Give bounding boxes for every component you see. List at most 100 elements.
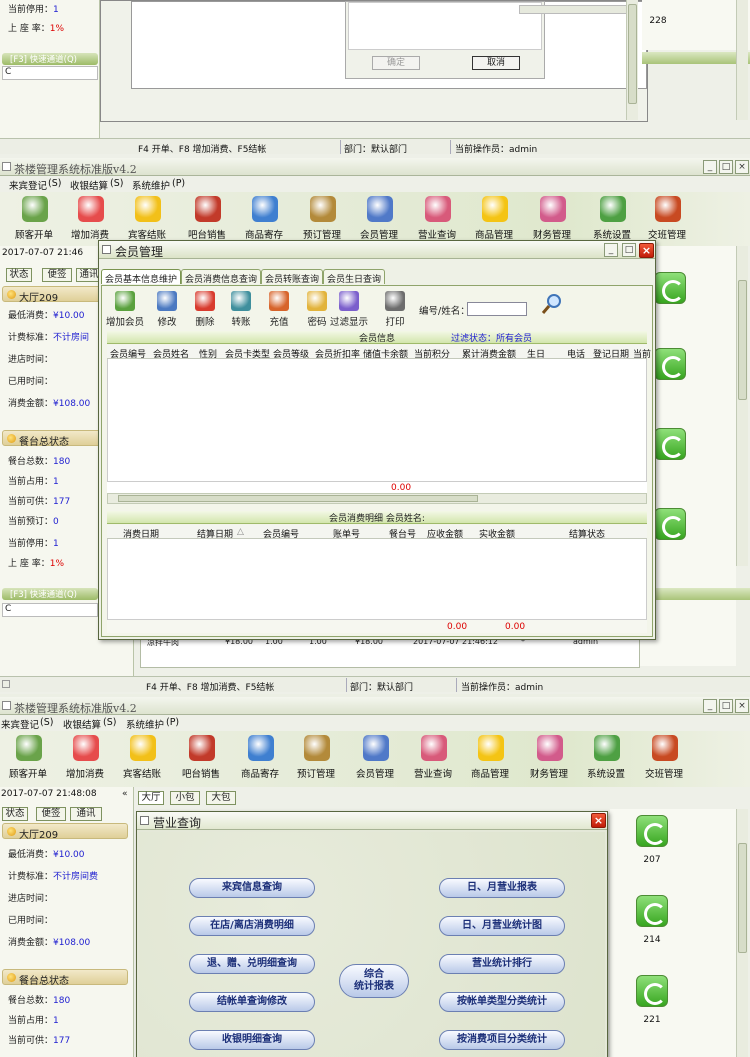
detail-grid[interactable] [107, 539, 647, 619]
maximize-button[interactable]: □ [719, 160, 733, 174]
tab-member-birthday[interactable]: 会员生日查询 [323, 269, 386, 285]
member-grid[interactable] [107, 359, 647, 481]
toolbar-label: 预订管理 [302, 230, 341, 241]
reservation-button[interactable]: 预订管理 [290, 192, 354, 246]
reservation-button[interactable]: 预订管理 [284, 731, 348, 785]
comprehensive-report-button[interactable]: 综合 统计报表 [339, 964, 409, 998]
tab-member-consume[interactable]: 会员消费信息查询 [181, 269, 262, 285]
cancel-button[interactable]: 取消 [472, 56, 520, 70]
shift-button[interactable]: 交班管理 [635, 192, 699, 246]
goods-button[interactable]: 商品管理 [462, 192, 526, 246]
exit-icon [652, 735, 678, 761]
checkout-button[interactable]: 宾客结账 [110, 731, 174, 785]
business-right-button[interactable]: 日、月营业报表 [439, 878, 565, 898]
deposit-button[interactable]: 商品寄存 [232, 192, 296, 246]
menu-checkin[interactable]: 来宾登记 [1, 717, 39, 731]
toolbar-label: 商品寄存 [240, 769, 279, 780]
quick-channel-input[interactable]: C [2, 603, 98, 617]
room-icon[interactable] [636, 975, 668, 1007]
deposit-button[interactable]: 商品寄存 [228, 731, 292, 785]
menu-maintenance[interactable]: 系统维护 [132, 178, 170, 192]
business-query-button[interactable]: 营业查询 [401, 731, 465, 785]
member-tool-7[interactable]: 打印 [375, 289, 415, 329]
open-order-button[interactable]: 顾客开单 [0, 731, 60, 785]
tab-member-basic[interactable]: 会员基本信息维护 [101, 269, 182, 285]
tab-hall[interactable]: 大厅 [138, 791, 164, 805]
business-left-button[interactable]: 来宾信息查询 [189, 878, 315, 898]
tab-comm[interactable]: 通讯 [70, 807, 102, 821]
add-consume-button[interactable]: 增加消费 [58, 192, 122, 246]
member-min-button[interactable]: _ [604, 243, 618, 257]
room-number: 207 [643, 855, 661, 865]
tab-notes[interactable]: 便签 [36, 807, 66, 821]
menu-checkout[interactable]: 收银结算 [63, 717, 101, 731]
hall-section: 大厅209 [2, 823, 128, 841]
add-consume-button[interactable]: 增加消费 [53, 731, 117, 785]
tab-status[interactable]: 状态 [2, 807, 28, 821]
menu-checkout[interactable]: 收银结算 [70, 178, 108, 192]
storage-basket-icon [248, 735, 274, 761]
member-close-button[interactable]: × [639, 243, 654, 258]
top-scrollbar[interactable] [626, 0, 638, 120]
datetime: 2017-07-07 21:48:08 [1, 789, 97, 799]
business-right-button[interactable]: 按帐单类型分类统计 [439, 992, 565, 1012]
settings-button[interactable]: 系统设置 [574, 731, 638, 785]
member-max-button[interactable]: □ [622, 243, 636, 257]
tab-large-room[interactable]: 大包 [206, 791, 236, 805]
room-icon[interactable] [654, 348, 686, 380]
minimize-button[interactable]: _ [703, 160, 717, 174]
business-right-button[interactable]: 日、月营业统计图 [439, 916, 565, 936]
business-left-button[interactable]: 退、赠、兑明细查询 [189, 954, 315, 974]
finance-button[interactable]: 财务管理 [517, 731, 581, 785]
business-left-button[interactable]: 结帐单查询修改 [189, 992, 315, 1012]
mid-room-scrollbar[interactable] [736, 246, 748, 566]
close-button[interactable]: × [735, 699, 749, 713]
maximize-button[interactable]: □ [719, 699, 733, 713]
tab-notes[interactable]: 便签 [42, 268, 72, 282]
room-icon[interactable] [636, 895, 668, 927]
business-right-button[interactable]: 按消费项目分类统计 [439, 1030, 565, 1050]
shift-button[interactable]: 交班管理 [632, 731, 696, 785]
minimize-button[interactable]: _ [703, 699, 717, 713]
tab-member-transfer[interactable]: 会员转账查询 [261, 269, 324, 285]
collapse-button[interactable]: « [122, 789, 128, 799]
business-query-button[interactable]: 营业查询 [405, 192, 469, 246]
recharge-icon [269, 291, 289, 311]
room-icon[interactable] [654, 428, 686, 460]
rate-row: 上 座 率：1% [8, 24, 65, 34]
checkout-icon [135, 196, 161, 222]
bar-sale-button[interactable]: 吧台销售 [175, 192, 239, 246]
menu-maintenance[interactable]: 系统维护 [126, 717, 164, 731]
goods-button[interactable]: 商品管理 [458, 731, 522, 785]
room-icon[interactable] [654, 272, 686, 304]
member-tool-0[interactable]: 增加会员 [105, 289, 145, 329]
business-left-button[interactable]: 收银明细查询 [189, 1030, 315, 1050]
business-right-button[interactable]: 营业统计排行 [439, 954, 565, 974]
business-left-button[interactable]: 在店/离店消费明细 [189, 916, 315, 936]
tab-status[interactable]: 状态 [6, 268, 32, 282]
open-order-button[interactable]: 顾客开单 [2, 192, 66, 246]
key-icon [307, 291, 327, 311]
member-tools: 增加会员 修改 删除 转账 充值 密码 过滤显示 打印 [105, 289, 405, 329]
member-hscroll[interactable] [107, 493, 647, 504]
sort-asc-icon: △ [237, 527, 244, 537]
confirm-button[interactable]: 确定 [372, 56, 420, 70]
member-tool-6[interactable]: 过滤显示 [329, 289, 369, 329]
member-button[interactable]: 会员管理 [343, 731, 407, 785]
business-close-button[interactable]: × [591, 813, 606, 828]
room-icon[interactable] [654, 508, 686, 540]
bottom-room-scrollbar[interactable] [736, 809, 748, 1057]
bar-sale-button[interactable]: 吧台销售 [169, 731, 233, 785]
close-button[interactable]: × [735, 160, 749, 174]
gear-icon [600, 196, 626, 222]
room-icon[interactable] [636, 815, 668, 847]
menu-checkin[interactable]: 来宾登记 [9, 178, 47, 192]
search-input[interactable] [467, 302, 527, 316]
finance-button[interactable]: 财务管理 [520, 192, 584, 246]
toolbar-label: 会员管理 [355, 769, 394, 780]
quick-channel-input[interactable]: C [2, 66, 98, 80]
member-button[interactable]: 会员管理 [347, 192, 411, 246]
checkout-button[interactable]: 宾客结账 [115, 192, 179, 246]
search-icon[interactable] [541, 293, 563, 315]
tab-small-room[interactable]: 小包 [170, 791, 200, 805]
